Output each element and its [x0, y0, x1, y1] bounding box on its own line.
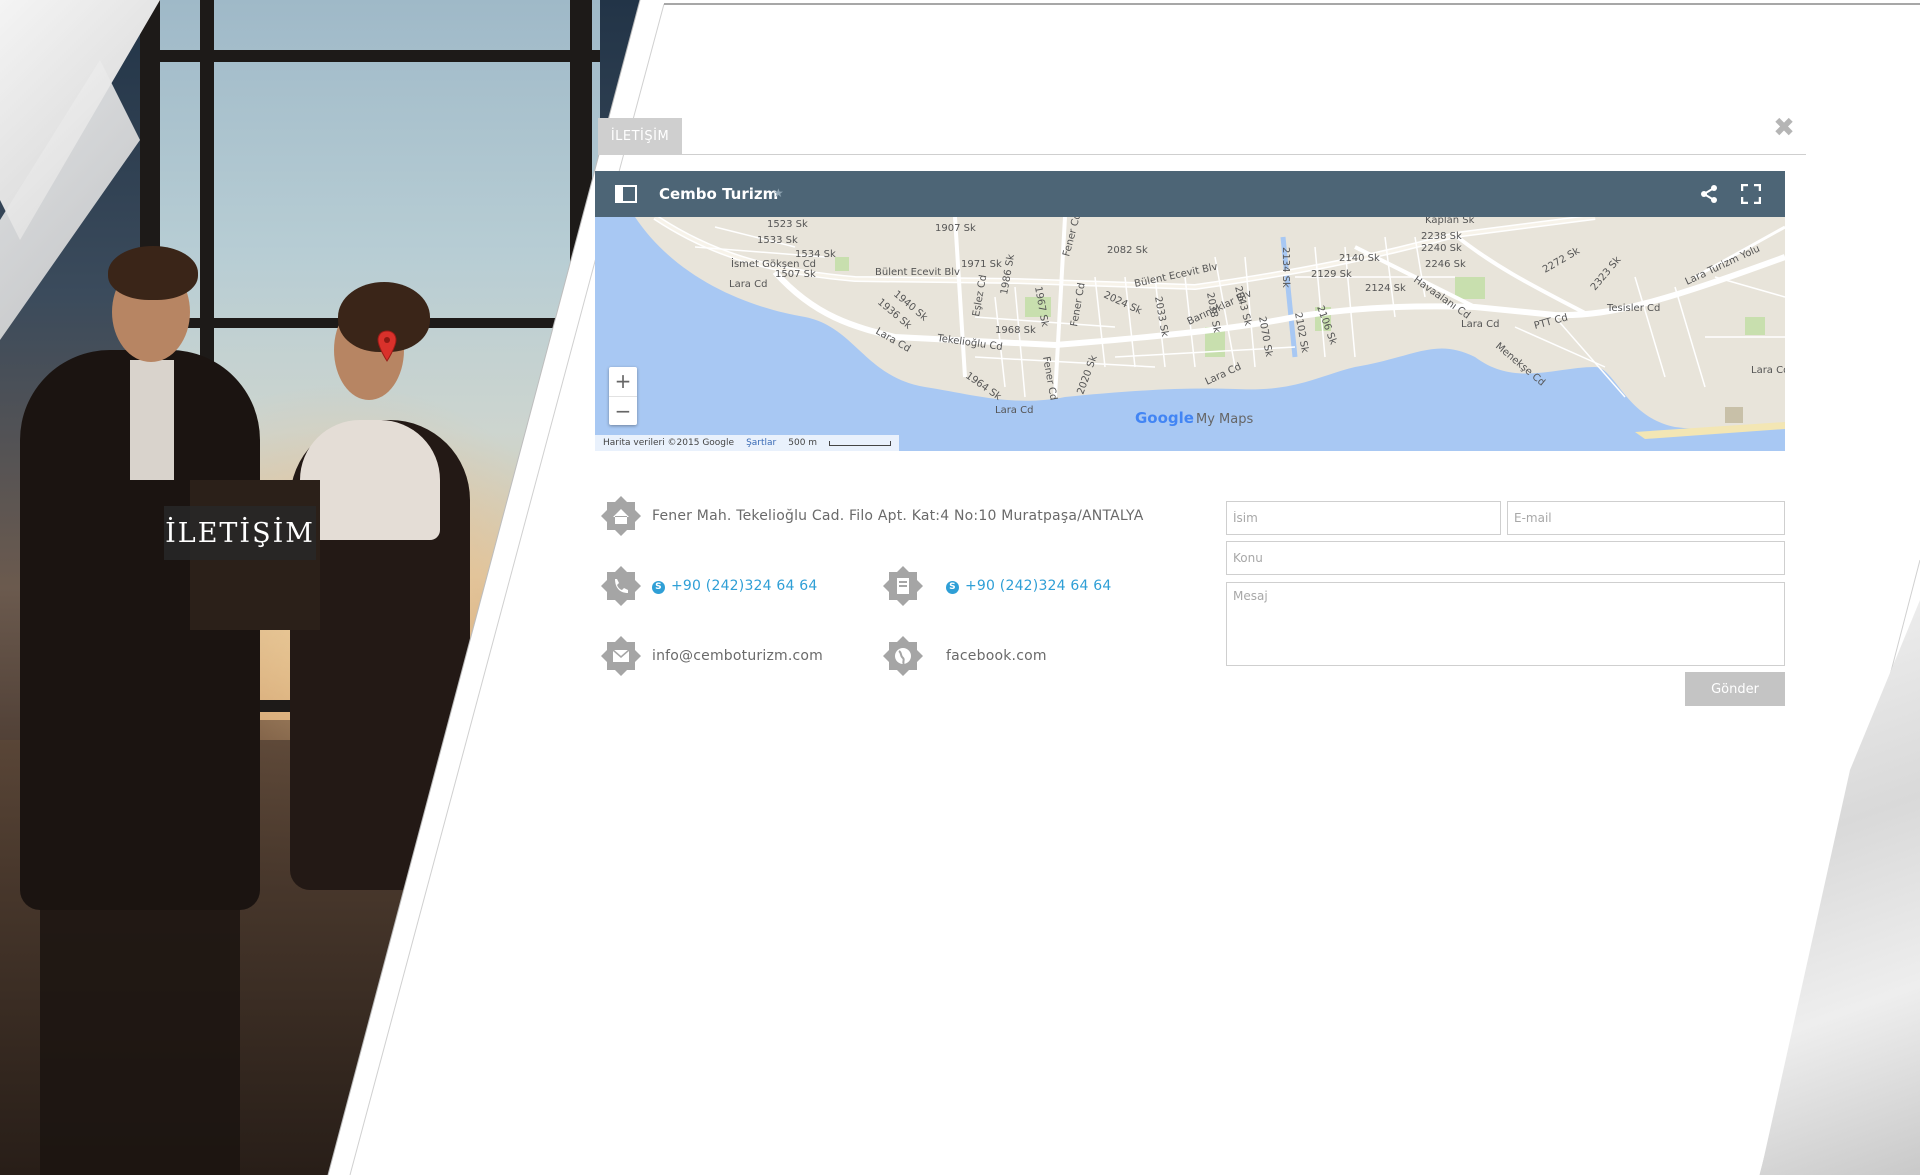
map-data-credit: Harita verileri ©2015 Google: [603, 438, 735, 448]
street-label: 1507 Sk: [775, 269, 816, 280]
street-label: 1533 Sk: [757, 235, 798, 246]
web-link[interactable]: facebook.com: [946, 648, 1047, 664]
street-label: 2240 Sk: [1421, 243, 1462, 254]
phone-link[interactable]: S +90 (242)324 64 64: [652, 578, 818, 594]
google-logo: Google: [1135, 409, 1194, 427]
email-input[interactable]: [1507, 501, 1785, 535]
street-label: 2124 Sk: [1365, 283, 1406, 294]
address-text: Fener Mah. Tekelioğlu Cad. Filo Apt. Kat…: [652, 508, 1144, 524]
map-zoom-controls: + −: [609, 367, 637, 425]
close-icon[interactable]: ✖: [1772, 115, 1796, 141]
name-input[interactable]: [1226, 501, 1501, 535]
map-attribution: Harita verileri ©2015 Google Şartlar 500…: [595, 435, 900, 451]
map-header-bar: Cembo Turizm ★: [595, 171, 1785, 217]
scale-bar: [829, 440, 892, 446]
street-label: Lara Cd: [729, 279, 767, 290]
sidebar-toggle-icon[interactable]: [615, 185, 637, 203]
street-label: Lara Cd: [1751, 365, 1785, 376]
message-textarea[interactable]: [1226, 582, 1785, 666]
fullscreen-icon[interactable]: [1741, 184, 1761, 204]
phone-icon: [601, 566, 641, 606]
window-frame: [570, 0, 592, 740]
phone-number: +90 (242)324 64 64: [671, 578, 818, 594]
fax-icon: [883, 566, 923, 606]
street-label: 2238 Sk: [1421, 231, 1462, 242]
share-icon[interactable]: [1699, 184, 1719, 204]
man-reflection: [40, 880, 240, 1175]
man-shirt: [130, 360, 174, 480]
window-frame: [140, 50, 600, 62]
embedded-map[interactable]: Cembo Turizm ★ 1523 Sk 1533 Sk 1534 Sk İ…: [595, 171, 1785, 451]
street-label: Bülent Ecevit Blv: [875, 267, 960, 278]
tab-contact[interactable]: İLETİŞİM: [598, 118, 682, 154]
skype-icon: S: [652, 581, 665, 594]
map-scale: 500 m: [788, 438, 818, 448]
home-icon: [601, 496, 641, 536]
map-pin-icon[interactable]: [377, 330, 397, 362]
man-hair: [108, 246, 198, 300]
skype-icon: S: [946, 581, 959, 594]
street-label: 1968 Sk: [995, 325, 1036, 336]
woman-blouse: [300, 420, 440, 540]
zoom-in-button[interactable]: +: [609, 367, 637, 397]
street-label: 2082 Sk: [1107, 245, 1148, 256]
map-title: Cembo Turizm: [659, 185, 779, 203]
street-label: Lara Cd: [995, 405, 1033, 416]
mymaps-logo: My Maps: [1195, 412, 1254, 427]
globe-icon: [883, 636, 923, 676]
send-button[interactable]: Gönder: [1685, 672, 1785, 706]
fax-number: +90 (242)324 64 64: [965, 578, 1112, 594]
star-icon[interactable]: ★: [773, 186, 784, 200]
email-link[interactable]: info@cemboturizm.com: [652, 648, 823, 664]
street-label: 2129 Sk: [1311, 269, 1352, 280]
map-terms-link[interactable]: Şartlar: [746, 438, 776, 448]
google-mymaps-logo: Google My Maps: [1135, 409, 1253, 427]
street-label: 1523 Sk: [767, 219, 808, 230]
subject-input[interactable]: [1226, 541, 1785, 575]
hero-section-label: İLETİŞİM: [164, 506, 316, 560]
fax-link[interactable]: S +90 (242)324 64 64: [946, 578, 1112, 594]
envelope-icon: [601, 636, 641, 676]
hero-photo: [0, 0, 640, 1175]
zoom-out-button[interactable]: −: [609, 397, 637, 426]
street-label: 1907 Sk: [935, 223, 976, 234]
street-label: Kaplan Sk: [1425, 217, 1475, 226]
street-label: 2140 Sk: [1339, 253, 1380, 264]
tab-underline: [598, 154, 1806, 155]
street-label: 2246 Sk: [1425, 259, 1466, 270]
street-label: Tesisler Cd: [1606, 303, 1660, 314]
street-label: 2134 Sk: [1280, 247, 1291, 288]
street-label: Lara Cd: [1461, 319, 1499, 330]
street-label: 1971 Sk: [961, 259, 1002, 270]
